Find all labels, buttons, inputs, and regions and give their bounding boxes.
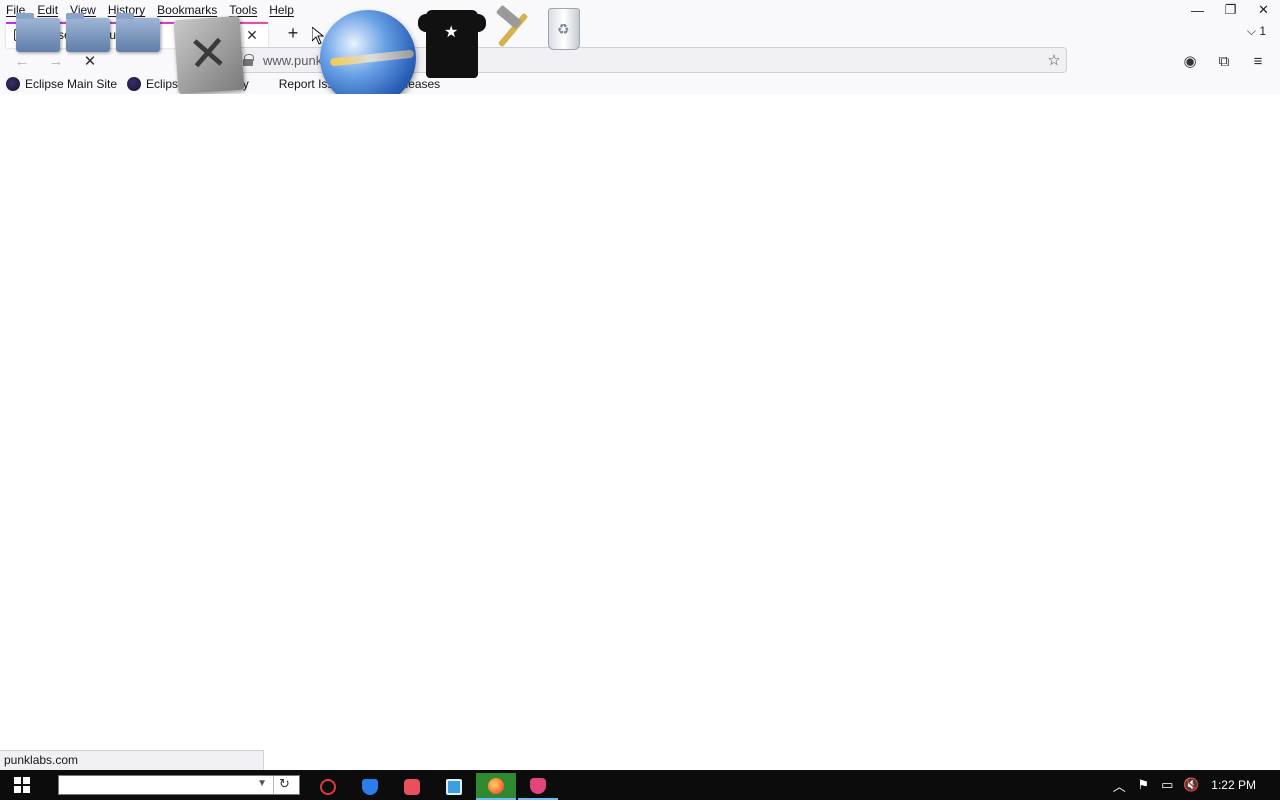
- forward-button[interactable]: →: [45, 50, 67, 72]
- bookmark-label: Eclipse Main Site: [25, 77, 118, 91]
- window-icon: [446, 778, 462, 795]
- window-controls: — ❐ ✕: [1181, 0, 1280, 20]
- bookmark-eclipse-main-site[interactable]: Eclipse Main Site: [6, 77, 117, 91]
- globe-icon[interactable]: [320, 10, 416, 106]
- hammer-icon[interactable]: [492, 6, 540, 50]
- cat-icon: [530, 777, 546, 794]
- account-icon[interactable]: ◉: [1179, 50, 1201, 72]
- folder-icon[interactable]: [66, 13, 110, 52]
- page-content: [0, 94, 1280, 770]
- taskbar-search-input[interactable]: ▼ ↻: [58, 775, 300, 795]
- firefox-icon: [488, 777, 504, 794]
- taskbar-camera-app[interactable]: [392, 773, 432, 800]
- bookmark-star-icon[interactable]: ☆: [1042, 51, 1066, 69]
- folder-icon[interactable]: [116, 13, 160, 52]
- tools-icon[interactable]: [173, 15, 245, 95]
- network-icon[interactable]: ▭: [1155, 777, 1179, 793]
- folder-icon[interactable]: [16, 13, 60, 52]
- stop-loading-button[interactable]: ✕: [79, 50, 101, 72]
- menu-bar: File Edit View History Bookmarks Tools H…: [0, 0, 1280, 20]
- menu-help[interactable]: Help: [263, 0, 300, 20]
- volume-muted-icon[interactable]: 🔇: [1179, 777, 1203, 793]
- taskbar-stop-app[interactable]: [308, 773, 348, 800]
- back-button[interactable]: ←: [11, 50, 33, 72]
- extensions-icon[interactable]: ⧉: [1213, 50, 1235, 72]
- new-tab-button[interactable]: +: [283, 22, 303, 44]
- shield-icon: [362, 778, 378, 795]
- refresh-icon[interactable]: ↻: [273, 776, 295, 794]
- flag-icon[interactable]: ⚑: [1131, 777, 1155, 793]
- taskbar: ▼ ↻ ︿ ⚑ ▭ 🔇 1:22 PM: [0, 770, 1280, 800]
- tshirt-icon[interactable]: [418, 10, 486, 78]
- lock-icon[interactable]: [243, 54, 254, 66]
- recycle-bin-icon[interactable]: [548, 8, 580, 50]
- system-tray: ︿ ⚑ ▭ 🔇 1:22 PM: [1107, 770, 1280, 800]
- start-button[interactable]: [14, 777, 30, 793]
- chevron-down-icon[interactable]: ▼: [257, 778, 267, 789]
- close-window-button[interactable]: ✕: [1247, 0, 1280, 20]
- minimize-button[interactable]: —: [1181, 0, 1214, 20]
- eclipse-icon: [127, 77, 142, 91]
- status-bar: punklabs.com: [0, 750, 264, 770]
- taskbar-firefox-app[interactable]: [476, 773, 516, 800]
- menu-edit[interactable]: Edit: [31, 0, 64, 20]
- chevron-up-icon[interactable]: ︿: [1107, 776, 1131, 795]
- clock[interactable]: 1:22 PM: [1211, 778, 1256, 792]
- taskbar-cat-app[interactable]: [518, 773, 558, 800]
- app-menu-icon[interactable]: ≡: [1247, 50, 1269, 72]
- camera-icon: [404, 778, 420, 795]
- tab-close-icon[interactable]: ✕: [244, 27, 260, 44]
- restore-button[interactable]: ❐: [1214, 0, 1247, 20]
- eclipse-icon: [6, 77, 20, 91]
- taskbar-window-app[interactable]: [434, 773, 474, 800]
- taskbar-shield-app[interactable]: [350, 773, 390, 800]
- stop-icon: [320, 778, 336, 795]
- list-all-tabs-button[interactable]: ⌵ 1: [1247, 24, 1266, 39]
